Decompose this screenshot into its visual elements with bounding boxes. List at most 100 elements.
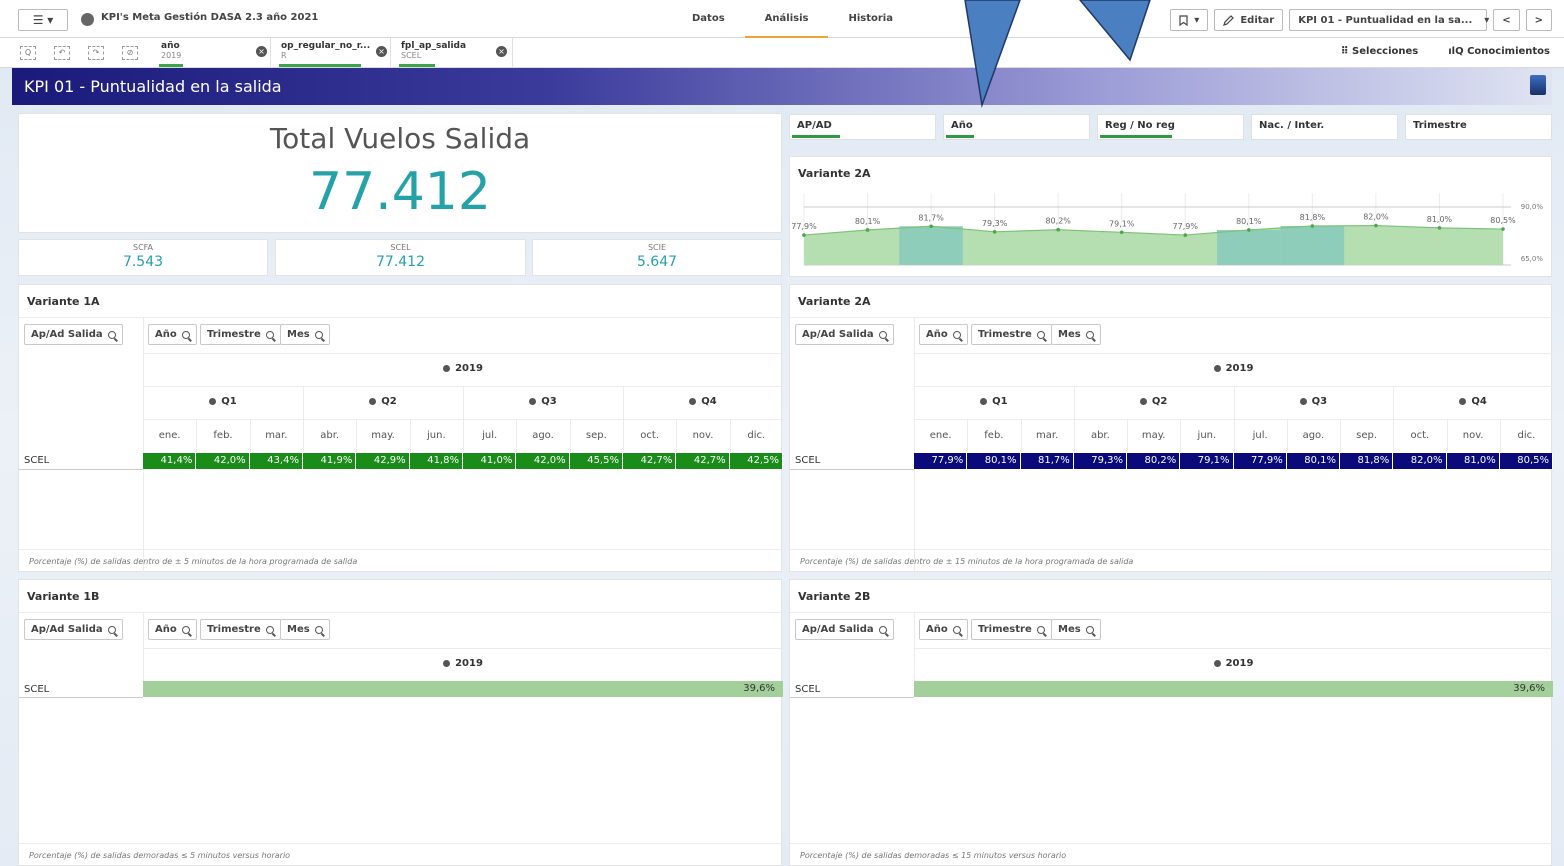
mes-search-button[interactable]: Mes xyxy=(280,619,330,640)
kpi-scfa[interactable]: SCFA 7.543 xyxy=(18,239,268,276)
kpi-scie[interactable]: SCIE 5.647 xyxy=(532,239,782,276)
value-cell[interactable]: 41,0% xyxy=(463,453,517,469)
selection-chip-fpl-ap-salida[interactable]: fpl_ap_salida SCEL × xyxy=(393,38,513,68)
step-back-icon[interactable]: ↶ xyxy=(54,46,70,60)
data-point[interactable] xyxy=(992,230,997,234)
ano-search-button[interactable]: Año xyxy=(919,619,968,640)
trend-chart-panel[interactable]: Variante 2A 77,9% 80,1% 81,7% 79,3% 80,2% 79,… xyxy=(789,156,1552,277)
apad-search-button[interactable]: Ap/Ad Salida xyxy=(24,324,123,345)
value-cell[interactable]: 81,8% xyxy=(1340,453,1394,469)
value-cell[interactable]: 42,7% xyxy=(676,453,730,469)
mes-search-button[interactable]: Mes xyxy=(1051,619,1101,640)
value-bar[interactable]: 39,6% xyxy=(143,681,783,697)
close-icon[interactable]: × xyxy=(256,46,267,57)
data-point[interactable] xyxy=(1437,226,1442,230)
value-cell[interactable]: 80,2% xyxy=(1127,453,1181,469)
selection-chip-ano[interactable]: año 2019 × xyxy=(153,38,271,68)
value-cell[interactable]: 42,7% xyxy=(623,453,677,469)
value-cell[interactable]: 82,0% xyxy=(1393,453,1447,469)
data-point[interactable] xyxy=(802,233,806,237)
kpi-scel[interactable]: SCEL 77.412 xyxy=(275,239,526,276)
data-point[interactable] xyxy=(1247,228,1251,232)
conocimientos-button[interactable]: ılQ Conocimientos xyxy=(1448,46,1550,57)
selecciones-button[interactable]: ⠿ Selecciones xyxy=(1341,46,1419,57)
value-cell[interactable]: 42,0% xyxy=(196,453,250,469)
selection-chip-op-regular[interactable]: op_regular_no_r... R × xyxy=(273,38,391,68)
tab-historia[interactable]: Historia xyxy=(828,0,913,38)
collapse-icon[interactable] xyxy=(1299,398,1307,405)
value-cell[interactable]: 79,3% xyxy=(1073,453,1127,469)
value-cell[interactable]: 41,4% xyxy=(143,453,197,469)
data-point[interactable] xyxy=(1501,227,1505,231)
value-cell[interactable]: 41,8% xyxy=(409,453,463,469)
value-cell[interactable]: 45,5% xyxy=(569,453,623,469)
trimestre-search-button[interactable]: Trimestre xyxy=(971,619,1052,640)
collapse-icon[interactable] xyxy=(529,398,537,405)
apad-search-button[interactable]: Ap/Ad Salida xyxy=(795,619,894,640)
clear-all-icon[interactable]: ⊘ xyxy=(122,46,138,60)
tab-analisis[interactable]: Análisis xyxy=(744,0,829,38)
data-point[interactable] xyxy=(865,228,870,232)
step-forward-icon[interactable]: ↷ xyxy=(88,46,104,60)
value-cell[interactable]: 42,5% xyxy=(729,453,783,469)
value-cell[interactable]: 81,7% xyxy=(1020,453,1074,469)
filter-trimestre[interactable]: Trimestre xyxy=(1405,114,1552,140)
filter-apad[interactable]: AP/AD xyxy=(789,114,936,140)
value-cell[interactable]: 81,0% xyxy=(1446,453,1500,469)
value-cell[interactable]: 80,1% xyxy=(1286,453,1340,469)
collapse-icon[interactable] xyxy=(689,398,697,405)
kpi-total-vuelos[interactable]: Total Vuelos Salida 77.412 xyxy=(18,113,782,233)
value-cell[interactable]: 77,9% xyxy=(1233,453,1287,469)
pivot-variante-2a[interactable]: Variante 2A Ap/Ad Salida Año Trimestre Mes 20… xyxy=(789,284,1553,698)
prev-sheet-button[interactable]: < xyxy=(1493,9,1520,31)
pivot-variante-1b[interactable]: Variante 1B Ap/Ad Salida Año Trimestre Mes 20… xyxy=(18,579,783,866)
collapse-icon[interactable] xyxy=(980,398,988,405)
collapse-icon[interactable] xyxy=(1139,398,1147,405)
ano-search-button[interactable]: Año xyxy=(148,619,197,640)
pivot-variante-2b[interactable]: Variante 2B Ap/Ad Salida Año Trimestre Mes 20… xyxy=(789,579,1553,866)
navigation-menu-button[interactable]: ☰ ▾ xyxy=(18,9,68,31)
edit-button[interactable]: Editar xyxy=(1214,9,1284,31)
value-cell[interactable]: 42,9% xyxy=(356,453,410,469)
value-cell[interactable]: 42,0% xyxy=(516,453,570,469)
collapse-icon[interactable] xyxy=(1213,660,1221,667)
tab-datos[interactable]: Datos xyxy=(672,0,745,38)
smart-search-icon[interactable]: Q xyxy=(20,46,36,60)
trimestre-search-button[interactable]: Trimestre xyxy=(200,324,281,345)
value-cell[interactable]: 77,9% xyxy=(914,453,968,469)
mes-search-button[interactable]: Mes xyxy=(1051,324,1101,345)
sheet-selector[interactable]: KPI 01 - Puntualidad en la sa... ▾ xyxy=(1289,9,1489,31)
pivot-variante-1a[interactable]: Variante 1A Ap/Ad Salida Año Trimestre Mes 20… xyxy=(18,284,783,698)
data-point[interactable] xyxy=(1119,230,1124,235)
filter-reg-no-reg[interactable]: Reg / No reg xyxy=(1097,114,1244,140)
filter-nac-inter[interactable]: Nac. / Inter. xyxy=(1251,114,1398,140)
trimestre-search-button[interactable]: Trimestre xyxy=(971,324,1052,345)
value-cell[interactable]: 80,1% xyxy=(967,453,1021,469)
trimestre-search-button[interactable]: Trimestre xyxy=(200,619,281,640)
apad-search-button[interactable]: Ap/Ad Salida xyxy=(24,619,123,640)
value-cell[interactable]: 43,4% xyxy=(249,453,303,469)
collapse-icon[interactable] xyxy=(443,660,451,667)
data-point[interactable] xyxy=(1310,224,1315,228)
collapse-icon[interactable] xyxy=(1459,398,1467,405)
data-point[interactable] xyxy=(929,224,933,229)
close-icon[interactable]: × xyxy=(496,46,507,57)
value-cell[interactable]: 41,9% xyxy=(303,453,357,469)
data-point[interactable] xyxy=(1374,223,1378,228)
collapse-icon[interactable] xyxy=(369,398,377,405)
close-icon[interactable]: × xyxy=(376,46,387,57)
filter-ano[interactable]: Año xyxy=(943,114,1090,140)
collapse-icon[interactable] xyxy=(209,398,217,405)
collapse-icon[interactable] xyxy=(443,365,451,372)
apad-search-button[interactable]: Ap/Ad Salida xyxy=(795,324,894,345)
value-cell[interactable]: 80,5% xyxy=(1499,453,1553,469)
mes-search-button[interactable]: Mes xyxy=(280,324,330,345)
data-point[interactable] xyxy=(1056,227,1060,232)
value-cell[interactable]: 79,1% xyxy=(1180,453,1234,469)
collapse-icon[interactable] xyxy=(1213,365,1221,372)
next-sheet-button[interactable]: > xyxy=(1525,9,1552,31)
data-point[interactable] xyxy=(1183,233,1188,237)
value-bar[interactable]: 39,6% xyxy=(914,681,1553,697)
ano-search-button[interactable]: Año xyxy=(148,324,197,345)
ano-search-button[interactable]: Año xyxy=(919,324,968,345)
